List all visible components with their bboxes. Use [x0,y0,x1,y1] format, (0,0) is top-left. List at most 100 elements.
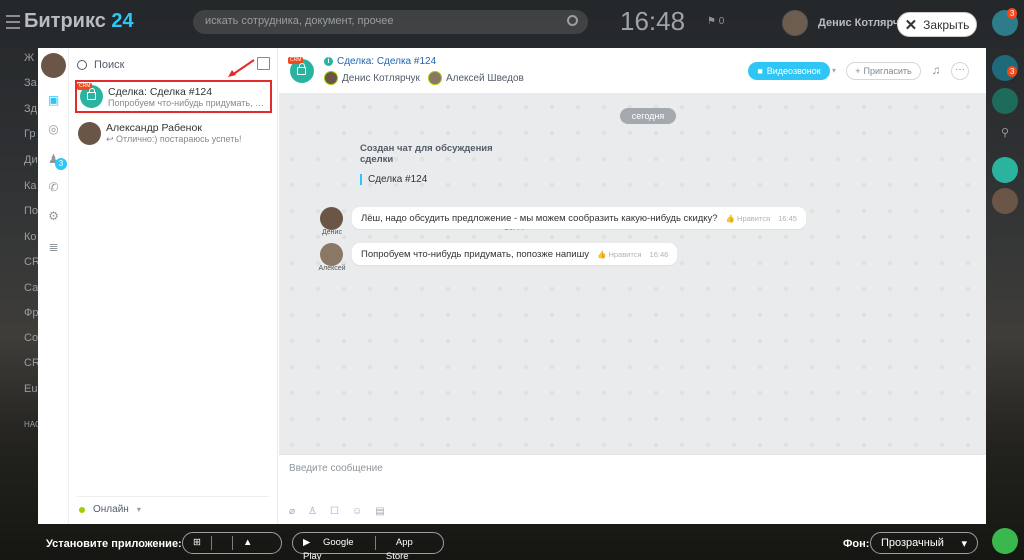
flag-counter[interactable]: ⚑ 0 [707,16,724,27]
more-icon[interactable]: ··· [951,62,969,80]
camera-icon: ■ [757,66,763,76]
behind-menu-item: Ка [24,180,37,192]
search-icon [567,15,578,26]
plus-icon: + [855,66,861,76]
message-input[interactable]: Введите сообщение ⌀ ♙ ☐ ☺ ▤ [279,454,986,524]
compose-icon[interactable] [257,57,270,70]
date-divider: сегодня [620,108,676,124]
chat-title: Александр Рабенок [106,122,202,134]
document-icon[interactable]: ▤ [375,506,384,517]
like-button[interactable]: 👍 Нравится [597,250,642,259]
menu-icon[interactable] [6,15,20,29]
member-name[interactable]: Денис Котлярчук [342,73,420,84]
behind-menu-item: Eu [24,383,38,395]
linux-icon[interactable]: ▲ [233,536,262,550]
app-store-button[interactable]: App Store [376,536,443,560]
google-play-button[interactable]: ▶ Google Play [293,536,376,560]
settings-icon[interactable]: ⚙ [46,209,61,224]
message-author: Денис [322,229,342,236]
chat-search-input[interactable]: Поиск [77,56,247,74]
message-avatar[interactable] [320,243,343,266]
chat-icon[interactable]: ▣ [46,93,61,108]
chat-panel: CRM i Сделка: Сделка #124 Денис Котлярчук… [279,48,986,524]
message-text: Лёш, надо обсудить предложение - мы може… [361,212,718,224]
behind-menu-item: Зд [24,103,38,115]
chevron-down-icon[interactable]: ▾ [832,66,836,75]
phone-icon[interactable]: ✆ [46,180,61,195]
user-name[interactable]: Денис Котлярчук [818,17,898,29]
message-avatar[interactable] [320,207,343,230]
apple-icon[interactable] [212,536,233,550]
close-icon: ✕ [904,16,918,34]
user-avatar[interactable] [782,10,808,36]
windows-icon[interactable]: ⊞ [183,536,212,550]
recent-user-avatar[interactable] [992,188,1018,214]
search-icon [77,60,87,70]
message-time: 16:45 [778,213,797,223]
member-avatar[interactable] [324,71,338,85]
global-search-input[interactable]: искать сотрудника, документ, прочее [193,10,588,34]
online-dot-icon [79,506,85,513]
background-label: Фон: [843,538,870,550]
message-text: Попробуем что-нибудь придумать, попозже … [361,248,589,260]
behind-menu-item: По [24,205,39,217]
member-name[interactable]: Алексей Шведов [446,73,524,84]
list-item[interactable]: CRM Сделка: Сделка #124 Попробуем что-ни… [75,80,272,113]
messenger-window: ▣ ◎ ♟ 3 ✆ ⚙ ≣ Поиск CRM Сделка: Сделка #… [38,48,986,524]
mobile-apps: ▶ Google Play App Store [292,532,444,560]
phone-icon[interactable] [992,528,1018,554]
behind-menu-item: Гр [24,128,36,140]
command-icon[interactable]: ☐ [330,506,339,517]
user-icon[interactable]: ♙ [308,506,317,517]
recent-chat-icon[interactable] [992,157,1018,183]
message-author: Алексей [318,265,346,272]
arrow-annotation [228,59,255,77]
message-area: сегодня Создан чат для обсуждения сделки… [279,94,986,454]
behind-menu-item: Са [24,282,39,294]
message-bubble: Лёш, надо обсудить предложение - мы може… [352,207,806,229]
status-selector[interactable]: Онлайн ▾ [79,504,141,515]
smile-icon[interactable]: ☺ [352,506,362,517]
system-message: Создан чат для обсуждения сделки Сделка … [360,143,520,185]
behind-menu-item: Ди [24,154,38,166]
chat-title[interactable]: i Сделка: Сделка #124 [324,56,436,67]
invite-button[interactable]: + Пригласить [846,62,921,80]
chat-preview: Попробуем что-нибудь придумать, по... [108,97,268,108]
close-button[interactable]: ✕ Закрыть [897,12,977,37]
chevron-down-icon: ▾ [961,538,967,550]
deal-link[interactable]: Сделка #124 [360,174,520,185]
my-avatar[interactable] [41,53,66,78]
chat-header: CRM i Сделка: Сделка #124 Денис Котлярчук… [279,48,986,94]
deal-chat-avatar[interactable]: CRM [288,57,314,83]
channel-icon[interactable] [992,88,1018,114]
behind-menu-item: За [24,77,37,89]
install-label: Установите приложение: [46,538,182,550]
bell-icon[interactable]: ♫ [929,63,943,79]
clock: 16:48 [620,6,686,36]
chat-list: Поиск CRM Сделка: Сделка #124 Попробуем … [69,48,278,524]
behind-menu-item: Ж [24,52,35,64]
history-icon[interactable]: ≣ [46,240,61,255]
message-placeholder: Введите сообщение [289,463,383,474]
member-avatar[interactable] [427,71,442,85]
search-icon[interactable]: ⚲ [992,120,1018,146]
input-toolbar: ⌀ ♙ ☐ ☺ ▤ [289,506,385,517]
lock-icon [297,63,306,75]
background-select[interactable]: Прозрачный ▾ [870,532,978,554]
logo: Битрикс 24 [24,10,134,32]
chat-members: Денис Котлярчук Алексей Шведов [324,71,524,85]
openlines-icon[interactable]: ◎ [46,122,61,137]
divider [77,496,269,497]
notifications-badge: 3 [1007,66,1018,77]
video-call-button[interactable]: ■ Видеозвонок [748,62,830,80]
like-button[interactable]: 👍 Нравится [726,214,771,223]
list-item[interactable]: Александр Рабенок ↩ Отлично:) постараюсь… [75,117,272,150]
attach-icon[interactable]: ⌀ [289,506,295,517]
deal-chat-avatar: CRM [77,83,103,108]
user-avatar [78,122,101,145]
info-icon: i [324,57,333,66]
desktop-apps: ⊞ ▲ [182,532,282,554]
behind-menu-item: Со [24,332,39,344]
messenger-sidebar: ▣ ◎ ♟ 3 ✆ ⚙ ≣ [38,48,69,524]
message-bubble: Попробуем что-нибудь придумать, попозже … [352,243,678,265]
